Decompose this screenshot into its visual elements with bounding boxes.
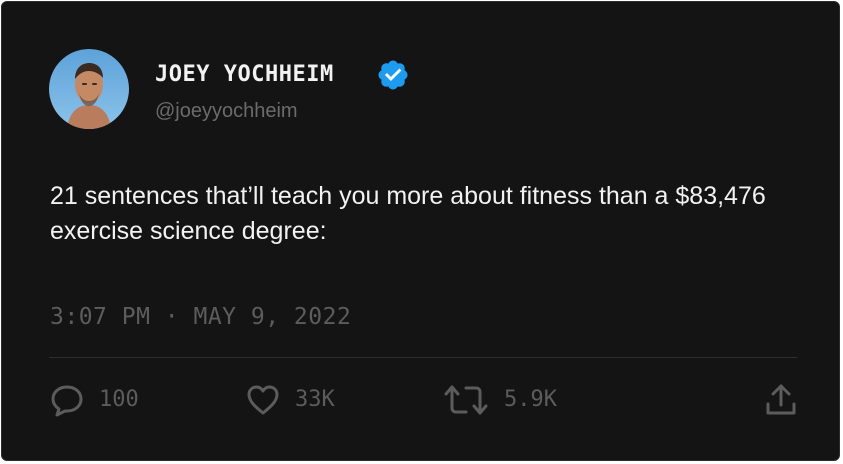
retweet-button[interactable]: 5.9K: [442, 382, 557, 418]
retweet-count: 5.9K: [504, 387, 557, 412]
like-button[interactable]: 33K: [245, 382, 335, 418]
tweet-text: 21 sentences that’ll teach you more abou…: [50, 182, 766, 245]
retweet-arrows-icon: [442, 382, 490, 418]
verified-badge-icon: [376, 58, 410, 92]
avatar-photo: [49, 49, 129, 129]
heart-icon: [245, 382, 281, 418]
avatar[interactable]: [49, 49, 129, 129]
share-button[interactable]: [763, 382, 799, 418]
user-handle[interactable]: @joeyyochheim: [155, 98, 298, 124]
share-upload-icon: [763, 382, 799, 418]
reply-button[interactable]: 100: [49, 382, 139, 418]
speech-bubble-icon: [49, 382, 85, 418]
tweet-card: JOEY YOCHHEIM @joeyyochheim 21 sentences…: [1, 1, 840, 461]
divider: [49, 357, 797, 358]
tweet-timestamp[interactable]: 3:07 PM · MAY 9, 2022: [50, 302, 351, 332]
display-name[interactable]: JOEY YOCHHEIM: [155, 60, 334, 90]
like-count: 33K: [295, 387, 335, 412]
reply-count: 100: [99, 387, 139, 412]
